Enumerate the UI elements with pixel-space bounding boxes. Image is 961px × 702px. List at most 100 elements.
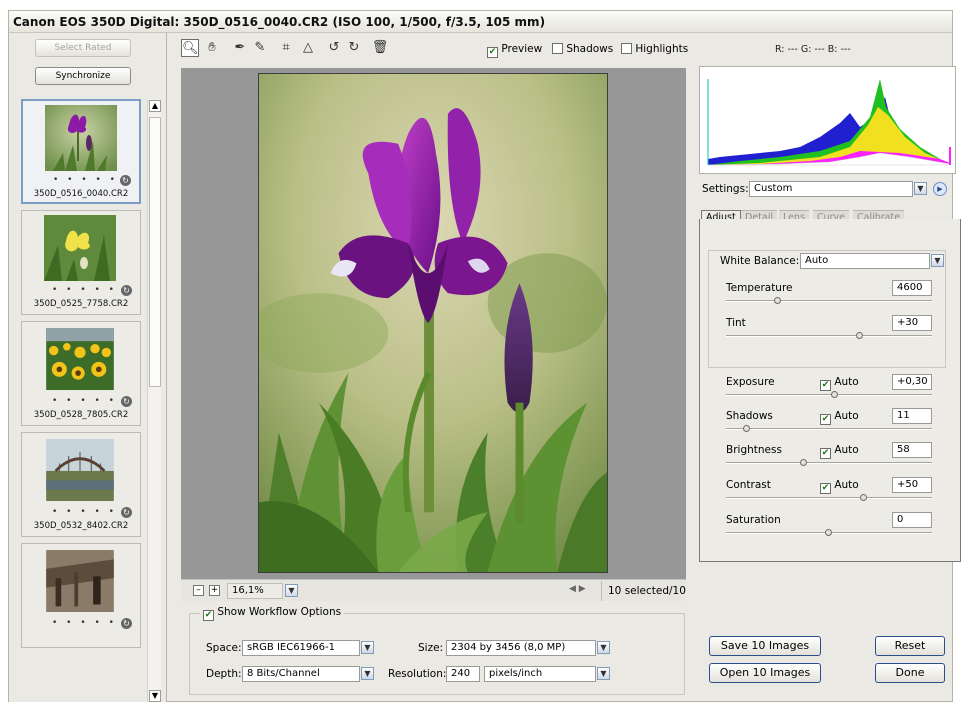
auto-checkbox[interactable]: ✔ Auto (820, 479, 859, 494)
white-balance-select[interactable]: Auto (800, 253, 930, 269)
slider-thumb[interactable] (856, 332, 863, 339)
checkbox-box (621, 43, 632, 54)
show-workflow-checkbox[interactable]: ✔ Show Workflow Options (200, 606, 345, 621)
slider-value-input[interactable]: 58 (892, 442, 932, 458)
trash-icon[interactable]: 🗑︎ (371, 39, 389, 57)
workflow-options-group: ✔ Show Workflow Options Space: sRGB IEC6… (189, 606, 685, 695)
settings-select[interactable]: Custom (749, 181, 913, 197)
slider-label: Contrast (726, 479, 771, 491)
rating-dots[interactable]: • • • • • (52, 618, 117, 628)
scroll-up-icon[interactable]: ▲ (149, 100, 161, 112)
slider-thumb[interactable] (743, 425, 750, 432)
slider-value-input[interactable]: 4600 (892, 280, 932, 296)
thumbnail-filename: 350D_0525_7758.CR2 (33, 299, 129, 309)
zoom-bar: – + 16,1% ▼ ◀ ▶ 10 selected/10 (181, 579, 686, 601)
crop-tool-icon[interactable]: ⌗ (277, 39, 295, 57)
rotate-badge-icon: ↻ (121, 396, 132, 407)
depth-select[interactable]: 8 Bits/Channel (242, 666, 360, 682)
checkmark-icon: ✔ (487, 47, 498, 58)
slider-label: Temperature (726, 282, 793, 294)
chevron-down-icon[interactable]: ▼ (361, 667, 374, 680)
slider-value-input[interactable]: +0,30 (892, 374, 932, 390)
thumbnail-list: • • • • • ↻ 350D_0516_0040.CR2 • • • • •… (21, 99, 143, 702)
thumbnail-item[interactable]: • • • • • ↻ 350D_0532_8402.CR2 (21, 432, 141, 537)
highlights-checkbox[interactable]: Highlights (621, 43, 688, 55)
slider-value-input[interactable]: 0 (892, 512, 932, 528)
checkmark-icon: ✔ (820, 414, 831, 425)
slider-thumb[interactable] (860, 494, 867, 501)
chevron-down-icon[interactable]: ▼ (914, 182, 927, 195)
slider-track[interactable] (726, 497, 932, 499)
slider-track[interactable] (726, 300, 932, 302)
shadows-checkbox[interactable]: Shadows (552, 43, 613, 55)
auto-checkbox[interactable]: ✔ Auto (820, 410, 859, 425)
settings-menu-icon[interactable]: ▶ (933, 182, 947, 196)
slider-label: Shadows (726, 410, 773, 422)
scroll-thumb[interactable] (149, 117, 161, 387)
zoom-out-icon[interactable]: – (193, 585, 204, 596)
thumbnail-image (46, 439, 114, 501)
rotate-badge-icon: ↻ (121, 507, 132, 518)
chevron-down-icon[interactable]: ▼ (361, 641, 374, 654)
chevron-down-icon[interactable]: ▼ (931, 254, 944, 267)
scroll-down-icon[interactable]: ▼ (149, 690, 161, 702)
zoom-in-icon[interactable]: + (209, 585, 220, 596)
auto-checkbox[interactable]: ✔ Auto (820, 444, 859, 459)
rating-dots[interactable]: • • • • • (52, 507, 117, 517)
select-rated-button[interactable]: Select Rated (35, 39, 131, 57)
rotate-right-icon[interactable]: ↻ (345, 39, 363, 57)
rotate-left-icon[interactable]: ↺ (325, 39, 343, 57)
slider-track[interactable] (726, 394, 932, 396)
slider-value-input[interactable]: +30 (892, 315, 932, 331)
done-button[interactable]: Done (875, 663, 945, 683)
prev-next-arrows-icon[interactable]: ◀ ▶ (569, 584, 586, 594)
reset-button[interactable]: Reset (875, 636, 945, 656)
straighten-tool-icon[interactable]: △ (299, 39, 317, 57)
thumbnail-item[interactable]: • • • • • ↻ (21, 543, 141, 648)
rating-dots[interactable]: • • • • • (52, 285, 117, 295)
chevron-down-icon[interactable]: ▼ (597, 641, 610, 654)
window-title: Canon EOS 350D Digital: 350D_0516_0040.C… (9, 11, 952, 33)
selection-count: 10 selected/10 (601, 581, 686, 601)
open-images-button[interactable]: Open 10 Images (709, 663, 821, 683)
size-select[interactable]: 2304 by 3456 (8,0 MP) (446, 640, 596, 656)
filmstrip-scrollbar[interactable]: ▲ ▼ (147, 99, 161, 702)
slider-value-input[interactable]: +50 (892, 477, 932, 493)
slider-thumb[interactable] (825, 529, 832, 536)
thumbnail-item[interactable]: • • • • • ↻ 350D_0528_7805.CR2 (21, 321, 141, 426)
rotate-badge-icon: ↻ (120, 175, 131, 186)
save-images-button[interactable]: Save 10 Images (709, 636, 821, 656)
thumbnail-filename: 350D_0528_7805.CR2 (33, 410, 129, 420)
zoom-tool-icon[interactable]: 🔍︎ (181, 39, 199, 57)
slider-thumb[interactable] (800, 459, 807, 466)
rating-dots[interactable]: • • • • • (52, 396, 117, 406)
thumbnail-filename: 350D_0516_0040.CR2 (33, 189, 129, 199)
resolution-unit-select[interactable]: pixels/inch (484, 666, 596, 682)
thumbnail-item[interactable]: • • • • • ↻ 350D_0525_7758.CR2 (21, 210, 141, 315)
auto-label: Auto (834, 444, 859, 456)
white-balance-tool-icon[interactable]: ✒ (231, 39, 249, 57)
color-sampler-tool-icon[interactable]: ✎ (251, 39, 269, 57)
slider-track[interactable] (726, 428, 932, 430)
camera-raw-window: Canon EOS 350D Digital: 350D_0516_0040.C… (8, 10, 961, 702)
slider-track[interactable] (726, 335, 932, 337)
preview-label: Preview (501, 43, 543, 55)
rating-dots[interactable]: • • • • • (53, 175, 118, 185)
zoom-dropdown-icon[interactable]: ▼ (285, 584, 298, 597)
auto-checkbox[interactable]: ✔ Auto (820, 376, 859, 391)
preview-checkbox[interactable]: ✔ Preview (487, 43, 542, 58)
preview-photo (258, 73, 608, 573)
image-preview-area[interactable] (181, 68, 686, 579)
chevron-down-icon[interactable]: ▼ (597, 667, 610, 680)
resolution-input[interactable]: 240 (446, 666, 480, 682)
zoom-level-field[interactable]: 16,1% (227, 583, 283, 599)
thumbnail-item[interactable]: • • • • • ↻ 350D_0516_0040.CR2 (21, 99, 141, 204)
hand-tool-icon[interactable]: ✋︎ (203, 39, 221, 57)
slider-thumb[interactable] (831, 391, 838, 398)
adjust-panel: White Balance: Auto ▼ Temperature 4600 Tin… (699, 219, 961, 562)
slider-value-input[interactable]: 11 (892, 408, 932, 424)
space-select[interactable]: sRGB IEC61966-1 (242, 640, 360, 656)
slider-track[interactable] (726, 462, 932, 464)
synchronize-button[interactable]: Synchronize (35, 67, 131, 85)
slider-thumb[interactable] (774, 297, 781, 304)
